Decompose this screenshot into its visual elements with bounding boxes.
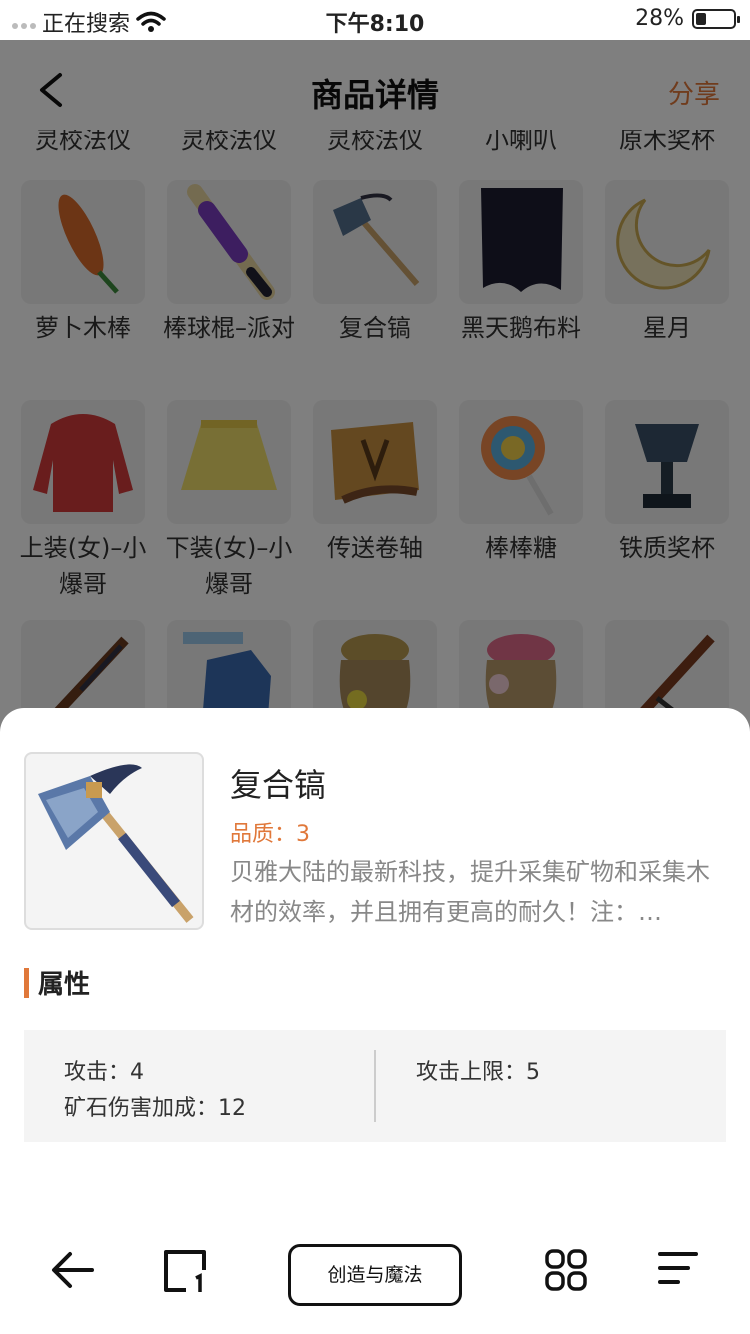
attributes-panel: 攻击：4 矿石伤害加成：12 攻击上限：5 [24,1030,726,1142]
status-bar: 正在搜索 下午8:10 28% [0,0,750,40]
section-accent-bar [24,968,29,998]
item-quality: 品质：3 [230,822,310,847]
back-arrow-icon[interactable] [50,1248,96,1292]
item-name: 复合镐 [230,766,327,804]
signal-icon [12,15,36,29]
carrier-text: 正在搜索 [42,12,131,37]
menu-icon[interactable] [656,1248,700,1288]
attributes-divider [374,1050,376,1122]
attributes-heading: 属性 [24,964,90,1001]
attributes-title: 属性 [38,970,91,1000]
attack-value: 攻击：4 [64,1060,144,1085]
item-image [24,752,204,930]
battery-percent: 28% [635,6,684,31]
window-switch-icon[interactable] [162,1248,208,1294]
battery-icon [692,8,740,29]
battery-fill [696,12,707,25]
grid-menu-icon[interactable] [544,1248,588,1292]
ore-bonus-value: 矿石伤害加成：12 [64,1096,246,1121]
status-left: 正在搜索 [12,6,166,38]
status-right: 28% [635,6,740,31]
item-description: 贝雅大陆的最新科技，提升采集矿物和采集木材的效率，并且拥有更高的耐久！注：… [230,858,710,926]
bottom-toolbar: 创造与魔法 [0,1214,750,1334]
wifi-icon [136,11,166,32]
app-name-button[interactable]: 创造与魔法 [288,1244,462,1306]
attack-max-value: 攻击上限：5 [416,1060,540,1085]
